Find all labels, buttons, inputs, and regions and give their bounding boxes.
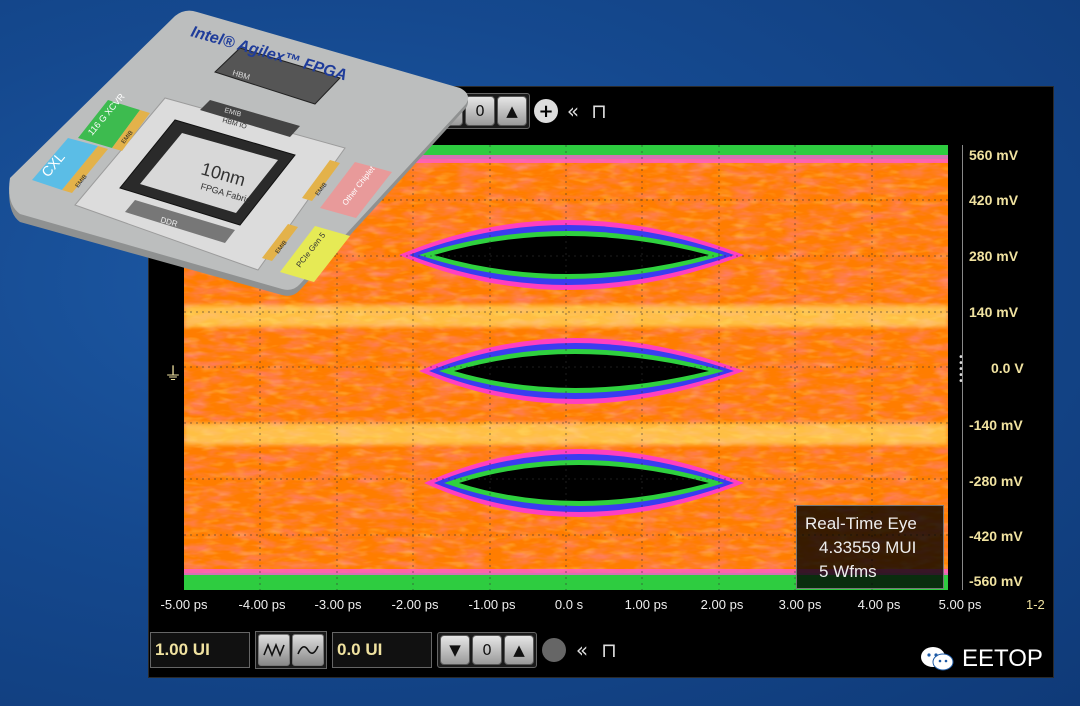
- y-tick: -280 mV: [969, 473, 1023, 489]
- grip-knob-icon[interactable]: [542, 637, 566, 662]
- eye-readout-panel: Real-Time Eye 4.33559 MUI 5 Wfms: [796, 505, 944, 589]
- y-axis: 560 mV 420 mV 280 mV 140 mV 0.0 V -140 m…: [962, 145, 1053, 590]
- y-tick: -420 mV: [969, 528, 1023, 544]
- wechat-icon: [921, 647, 954, 671]
- x-tick: -3.00 ps: [314, 597, 362, 612]
- channel-label: 1-2: [1026, 597, 1045, 612]
- square-wave-icon[interactable]: [258, 633, 290, 666]
- wave-mode-group: [255, 630, 327, 669]
- x-tick: 2.00 ps: [700, 597, 744, 612]
- horizontal-nav-group: ▼ 0 ▲: [437, 631, 537, 668]
- y-tick: 420 mV: [969, 192, 1019, 208]
- x-tick: 5.00 ps: [938, 597, 982, 612]
- x-tick: 3.00 ps: [778, 597, 822, 612]
- y-tick: 0.0 V: [991, 360, 1024, 376]
- chevron-up-icon[interactable]: ▲: [504, 634, 534, 665]
- ui-offset-field[interactable]: 0.0 UI: [332, 631, 432, 668]
- y-tick: 140 mV: [969, 304, 1019, 320]
- double-left-icon[interactable]: «: [571, 638, 593, 662]
- agilex-chip-illustration: 10nm FPGA Fabric HBM EMIB HBM IO 116 G X…: [9, 10, 468, 296]
- pin-icon[interactable]: ⊓: [588, 99, 610, 123]
- x-tick: 1.00 ps: [624, 597, 668, 612]
- x-axis: -5.00 ps -4.00 ps -3.00 ps -2.00 ps -1.0…: [148, 597, 1052, 621]
- ground-marker-icon[interactable]: ⏚: [164, 360, 182, 386]
- sine-wave-icon[interactable]: [292, 633, 324, 666]
- readout-title: Real-Time Eye: [805, 514, 917, 533]
- x-tick: -1.00 ps: [468, 597, 516, 612]
- zero-icon[interactable]: 0: [472, 634, 502, 665]
- bottom-toolbar: 1.00 UI 0.0 UI ▼ 0 ▲ « ⊓: [150, 627, 648, 672]
- y-tick: 280 mV: [969, 248, 1019, 264]
- x-tick: -2.00 ps: [391, 597, 439, 612]
- readout-wfms: 5 Wfms: [819, 562, 877, 581]
- x-tick: -5.00 ps: [160, 597, 208, 612]
- watermark: EETOP: [920, 645, 1043, 673]
- x-tick: 0.0 s: [554, 597, 584, 612]
- ui-scale-field[interactable]: 1.00 UI: [150, 631, 250, 668]
- chevron-down-icon[interactable]: ▼: [440, 634, 470, 665]
- chevron-up-icon[interactable]: ▲: [497, 96, 527, 126]
- y-tick: -140 mV: [969, 417, 1023, 433]
- y-tick: 560 mV: [969, 147, 1019, 163]
- readout-ui: 4.33559 MUI: [819, 538, 917, 557]
- pin-icon[interactable]: ⊓: [598, 638, 620, 662]
- double-left-icon[interactable]: «: [562, 99, 584, 123]
- x-tick: -4.00 ps: [238, 597, 286, 612]
- zoom-plus-icon[interactable]: +: [534, 99, 558, 123]
- y-tick: -560 mV: [969, 573, 1023, 589]
- watermark-text: EETOP: [962, 645, 1043, 672]
- x-tick: 4.00 ps: [857, 597, 901, 612]
